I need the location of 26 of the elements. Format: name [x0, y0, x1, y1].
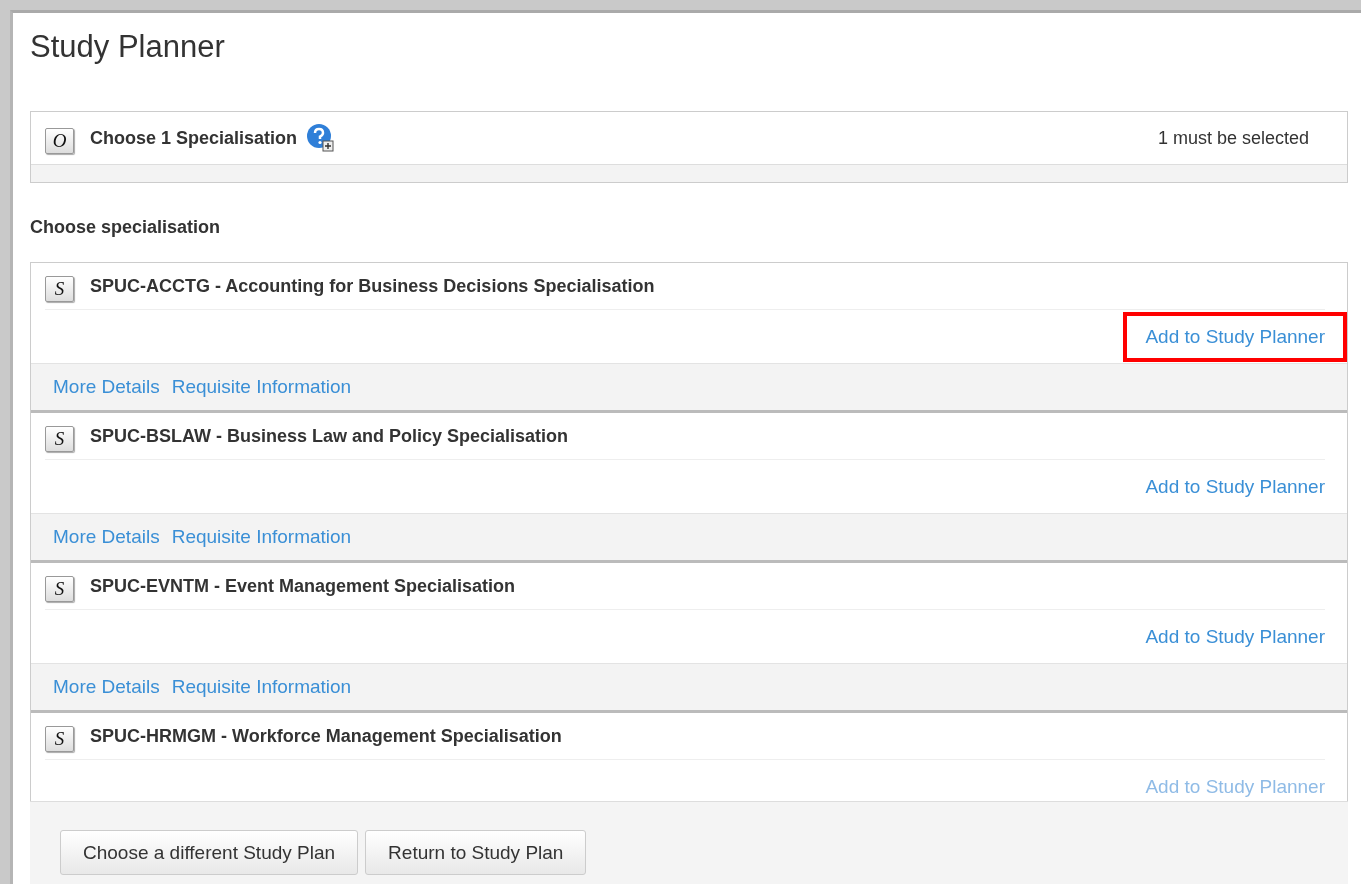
- rule-status: 1 must be selected: [1157, 127, 1309, 149]
- add-to-planner-link[interactable]: Add to Study Planner: [1145, 475, 1325, 497]
- page-title: Study Planner: [30, 29, 226, 66]
- section-heading: Choose specialisation: [30, 217, 222, 239]
- add-to-planner-link[interactable]: Add to Study Planner: [1145, 325, 1325, 347]
- specialisation-title: SPUC-ACCTG - Accounting for Business Decisions Specialisation: [90, 275, 655, 297]
- details-link[interactable]: More Details: [53, 676, 160, 698]
- specialisation-title: SPUC-BSLAW - Business Law and Policy Specialisation: [90, 425, 569, 447]
- details-link[interactable]: More Details: [53, 526, 160, 548]
- details-link[interactable]: Requisite Information: [171, 676, 352, 698]
- specialisation-badge: S: [45, 276, 74, 302]
- help-icon[interactable]: [305, 123, 336, 153]
- plan-button[interactable]: Choose a different Study Plan: [60, 830, 359, 875]
- details-link[interactable]: More Details: [53, 376, 160, 398]
- plan-button[interactable]: Return to Study Plan: [365, 830, 587, 875]
- specialisation-badge: S: [45, 426, 74, 452]
- details-link[interactable]: Requisite Information: [171, 376, 352, 398]
- specialisation-title: SPUC-HRMGM - Workforce Management Specialisation: [90, 725, 562, 747]
- add-to-planner-link[interactable]: Add to Study Planner: [1145, 775, 1325, 797]
- rule-label: Choose 1 Specialisation: [90, 127, 298, 149]
- details-link[interactable]: Requisite Information: [171, 526, 352, 548]
- optional-badge: O: [45, 128, 74, 154]
- specialisation-title: SPUC-EVNTM - Event Management Specialisation: [90, 575, 516, 597]
- add-to-planner-link[interactable]: Add to Study Planner: [1145, 625, 1325, 647]
- specialisation-badge: S: [45, 726, 74, 752]
- specialisation-badge: S: [45, 576, 74, 602]
